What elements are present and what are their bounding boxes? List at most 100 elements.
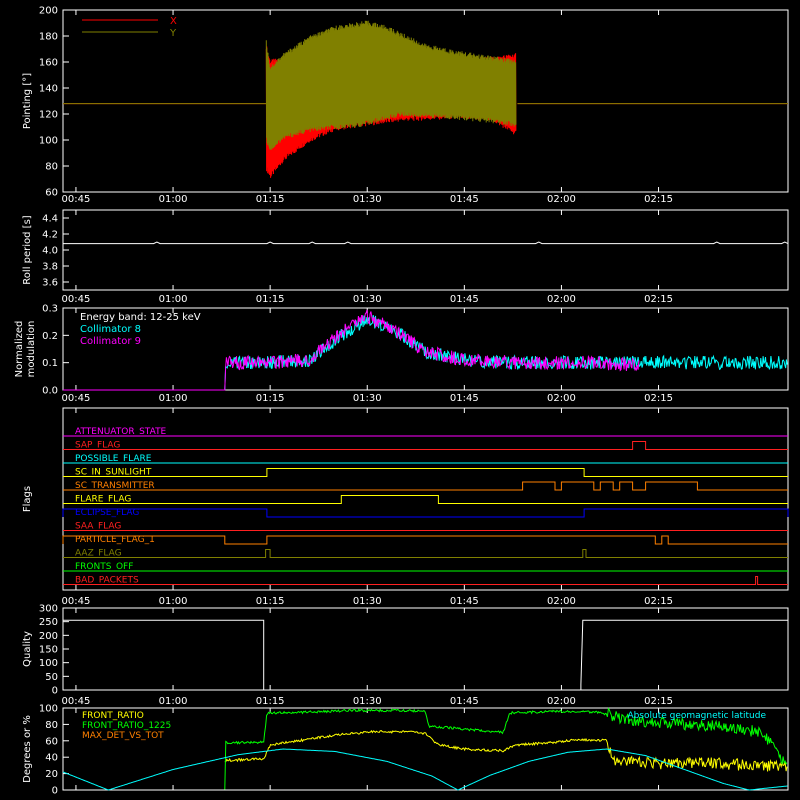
x-tick-label: 01:00 [159, 393, 188, 404]
y-tick-label: 4.4 [42, 214, 58, 225]
flag-label: PARTICLE_FLAG_1 [75, 535, 155, 545]
legend-label: MAX_DET_VS_TOT [82, 731, 164, 741]
flag-line [63, 576, 788, 585]
y-tick-label: 80 [45, 162, 58, 173]
y-tick-label: 200 [39, 6, 58, 17]
y-tick-label: 0.0 [42, 386, 58, 397]
flag-line [63, 495, 788, 504]
y-tick-label: 0 [52, 786, 58, 797]
legend-label: X [170, 16, 177, 27]
x-tick-label: 01:15 [256, 393, 285, 404]
series-absolute-geomagnetic-latitude [62, 748, 788, 791]
x-tick-label: 01:30 [353, 194, 382, 205]
y-tick-label: 20 [45, 769, 58, 780]
flag-label: BAD_PACKETS [75, 576, 139, 586]
legend-label: Y [169, 28, 177, 39]
x-tick-label: 00:45 [62, 393, 91, 404]
x-tick-label: 01:00 [159, 596, 188, 607]
y-tick-label: 140 [39, 84, 58, 95]
flag-line [62, 535, 788, 545]
x-tick-label: 00:45 [62, 696, 91, 707]
flag-line [62, 508, 789, 518]
legend-label: Collimator 8 [80, 324, 141, 335]
panel-pointing: 00:45 01:00 01:15 01:30 01:45 02:00 02:15 60 80 1… [22, 6, 789, 205]
x-tick-label: 01:45 [450, 294, 479, 305]
flag-line [63, 481, 788, 491]
x-tick-label: 02:15 [644, 194, 673, 205]
x-tick-label: 02:00 [547, 596, 576, 607]
flag-label: SC_TRANSMITTER [75, 481, 155, 491]
plot-frame [62, 209, 789, 291]
x-tick-label: 02:00 [547, 194, 576, 205]
roll-period-line [63, 241, 789, 245]
flag-label: ECLIPSE_FLAG [75, 508, 139, 518]
y-tick-label: 3.8 [42, 262, 58, 273]
figure: 00:45 01:00 01:15 01:30 01:45 02:00 02:15 60 80 1… [14, 6, 789, 797]
y-axis-label: Pointing [°] [22, 73, 33, 129]
y-tick-label: 80 [45, 720, 58, 731]
y-tick-label: 0.2 [42, 331, 58, 342]
flag-label: POSSIBLE_FLARE [75, 454, 152, 464]
y-axis-label: modulation [26, 321, 37, 378]
y-axis-label: Quality [22, 631, 33, 667]
flag-label: FRONTS_OFF [75, 562, 133, 572]
y-tick-label: 40 [45, 753, 58, 764]
x-tick-label: 02:00 [547, 393, 576, 404]
y-tick-label: 100 [39, 704, 58, 715]
flag-line [63, 549, 788, 558]
legend-label: Collimator 9 [80, 336, 141, 347]
y-axis-label: Degrees or % [22, 715, 33, 783]
x-tick-label: 01:15 [256, 596, 285, 607]
y-tick-label: 3.6 [42, 278, 58, 289]
y-tick-label: 100 [39, 658, 58, 669]
x-tick-label: 01:45 [450, 194, 479, 205]
y-tick-label: 180 [39, 32, 58, 43]
flag-label: SC_IN_SUNLIGHT [75, 468, 152, 478]
x-tick-label: 02:15 [644, 696, 673, 707]
panel-modulation: 00:45 01:00 01:15 01:30 01:45 02:00 02:15 0.0 0.… [14, 304, 789, 404]
y-tick-label: 4.0 [42, 246, 58, 257]
flag-line [63, 441, 788, 450]
y-axis-label: Normalized [14, 321, 25, 378]
x-tick-label: 01:00 [159, 696, 188, 707]
flag-label: FLARE_FLAG [75, 495, 131, 505]
series-y [265, 20, 517, 150]
x-tick-label: 00:45 [62, 596, 91, 607]
y-tick-label: 50 [45, 672, 58, 683]
y-tick-label: 200 [39, 631, 58, 642]
y-tick-label: 0 [52, 686, 58, 697]
panel-roll: 00:45 01:00 01:15 01:30 01:45 02:00 02:15 3.6 3.… [22, 209, 789, 305]
x-tick-label: 01:45 [450, 596, 479, 607]
flag-label: AAZ_FLAG [75, 549, 122, 559]
y-axis-label: Roll period [s] [22, 215, 33, 284]
y-tick-label: 0.1 [42, 358, 58, 369]
y-tick-label: 60 [45, 188, 58, 199]
x-tick-label: 00:45 [62, 294, 91, 305]
flag-label: SAP_FLAG [75, 441, 120, 451]
quality-line [63, 619, 788, 691]
x-tick-label: 00:45 [62, 194, 91, 205]
legend-label: Absolute geomagnetic latitude [627, 711, 766, 721]
x-tick-label: 02:00 [547, 294, 576, 305]
x-tick-label: 02:15 [644, 393, 673, 404]
x-tick-label: 01:45 [450, 393, 479, 404]
y-axis-label: Flags [22, 486, 33, 512]
y-tick-label: 150 [39, 645, 58, 656]
x-tick-label: 02:15 [644, 294, 673, 305]
y-tick-label: 100 [39, 136, 58, 147]
legend-label: FRONT_RATIO_1225 [82, 721, 171, 731]
x-tick-label: 01:30 [353, 596, 382, 607]
y-tick-label: 250 [39, 617, 58, 628]
x-tick-label: 01:00 [159, 194, 188, 205]
x-tick-label: 01:15 [256, 696, 285, 707]
y-tick-label: 0.3 [42, 304, 58, 315]
x-tick-label: 01:15 [256, 294, 285, 305]
x-tick-label: 01:00 [159, 294, 188, 305]
flag-line [63, 468, 788, 477]
panel-flags: 00:45 01:00 01:15 01:30 01:45 02:00 02:15 Flags… [22, 407, 789, 607]
y-tick-label: 160 [39, 58, 58, 69]
flag-label: SAA_FLAG [75, 522, 121, 532]
y-tick-label: 120 [39, 110, 58, 121]
x-tick-label: 01:30 [353, 294, 382, 305]
x-tick-label: 01:15 [256, 194, 285, 205]
